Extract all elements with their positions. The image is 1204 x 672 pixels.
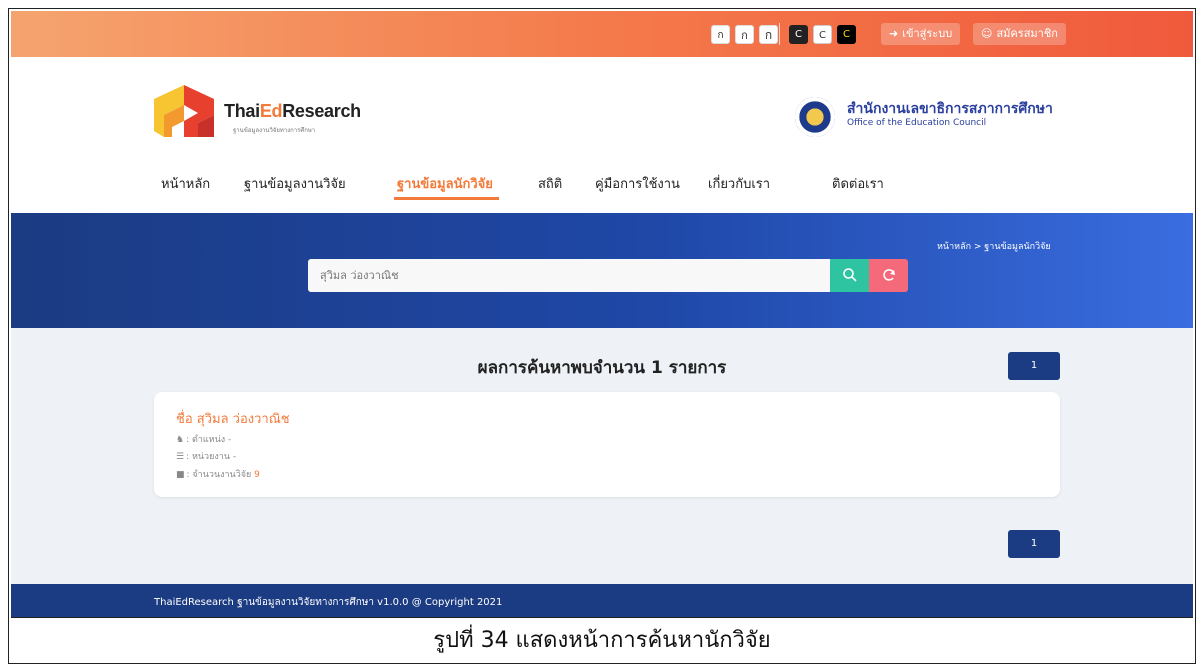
search-input[interactable] (308, 259, 830, 292)
nav-manual[interactable]: คู่มือการใช้งาน (595, 173, 680, 194)
brand-prefix: Thai (224, 101, 260, 121)
nav-home[interactable]: หน้าหลัก (161, 173, 210, 194)
refresh-icon (882, 269, 895, 281)
people-icon: ♞ (176, 435, 185, 445)
contrast-high-button[interactable]: C (837, 25, 856, 44)
contrast-default-button[interactable]: C (789, 25, 808, 44)
brand-name[interactable]: ThaiEdResearch (224, 101, 361, 122)
researcher-count: 9 (254, 470, 260, 480)
user-icon: ☺ (981, 27, 993, 40)
brand-highlight: Ed (259, 101, 283, 121)
brand-suffix: Research (282, 101, 361, 121)
footer: ThaiEdResearch ฐานข้อมูลงานวิจัยทางการศึ… (11, 584, 1193, 617)
researcher-count-row: ■: จำนวนงานวิจัย 9 (176, 467, 260, 481)
register-button[interactable]: ☺ สมัครสมาชิก (973, 23, 1066, 45)
search-banner: หน้าหลัก > ฐานข้อมูลนักวิจัย (11, 213, 1193, 328)
login-button[interactable]: ➜ เข้าสู่ระบบ (881, 23, 961, 45)
search-button[interactable] (830, 259, 869, 292)
nav-research-db[interactable]: ฐานข้อมูลงานวิจัย (244, 173, 346, 194)
nav-researcher-db[interactable]: ฐานข้อมูลนักวิจัย (397, 173, 493, 194)
pagination-top[interactable]: 1 (1008, 352, 1060, 380)
font-size-large-button[interactable]: ก (759, 25, 778, 44)
thaiedresearch-logo-icon[interactable] (154, 81, 214, 137)
figure-caption: รูปที่ 34 แสดงหน้าการค้นหานักวิจัย (433, 628, 771, 653)
nav-active-indicator (394, 197, 499, 200)
screenshot: ก ก ก C C C ➜ เข้าสู่ระบบ ☺ สมัครสมาชิก Th… (11, 11, 1193, 618)
researcher-card[interactable]: ชื่อ สุวิมล ว่องวาณิช ♞: ตำแหน่ง - ☰: หน… (154, 392, 1060, 497)
researcher-position-row: ♞: ตำแหน่ง - (176, 432, 231, 446)
oec-emblem-icon (795, 97, 835, 137)
researcher-agency: : หน่วยงาน - (186, 452, 237, 462)
font-size-medium-button[interactable]: ก (735, 25, 754, 44)
login-icon: ➜ (889, 27, 899, 40)
list-icon: ☰ (176, 452, 185, 462)
contrast-light-button[interactable]: C (813, 25, 832, 44)
nav-contact[interactable]: ติดต่อเรา (832, 173, 884, 194)
register-label: สมัครสมาชิก (996, 27, 1058, 40)
researcher-position: : ตำแหน่ง - (186, 435, 232, 445)
breadcrumb: หน้าหลัก > ฐานข้อมูลนักวิจัย (937, 242, 1051, 252)
researcher-agency-row: ☰: หน่วยงาน - (176, 449, 236, 463)
topbar-divider (779, 23, 780, 45)
org-name-th: สำนักงานเลขาธิการสภาการศึกษา (847, 101, 1053, 117)
reset-button[interactable] (869, 259, 908, 292)
top-bar: ก ก ก C C C ➜ เข้าสู่ระบบ ☺ สมัครสมาชิก (11, 11, 1193, 57)
book-icon: ■ (176, 470, 185, 480)
search-icon (842, 268, 857, 282)
brand-subtitle: ฐานข้อมูลงานวิจัยทางการศึกษา (233, 127, 316, 134)
researcher-name[interactable]: ชื่อ สุวิมล ว่องวาณิช (176, 408, 290, 429)
font-size-small-button[interactable]: ก (711, 25, 730, 44)
nav-about[interactable]: เกี่ยวกับเรา (708, 173, 770, 194)
nav-statistics[interactable]: สถิติ (538, 173, 562, 194)
login-label: เข้าสู่ระบบ (902, 27, 953, 40)
org-name-en: Office of the Education Council (847, 118, 987, 128)
researcher-count-label: : จำนวนงานวิจัย (186, 470, 252, 480)
results-section: ผลการค้นหาพบจำนวน 1 รายการ 1 ชื่อ สุวิมล… (11, 328, 1193, 584)
pagination-bottom[interactable]: 1 (1008, 530, 1060, 558)
footer-copyright: ThaiEdResearch ฐานข้อมูลงานวิจัยทางการศึ… (154, 597, 503, 608)
